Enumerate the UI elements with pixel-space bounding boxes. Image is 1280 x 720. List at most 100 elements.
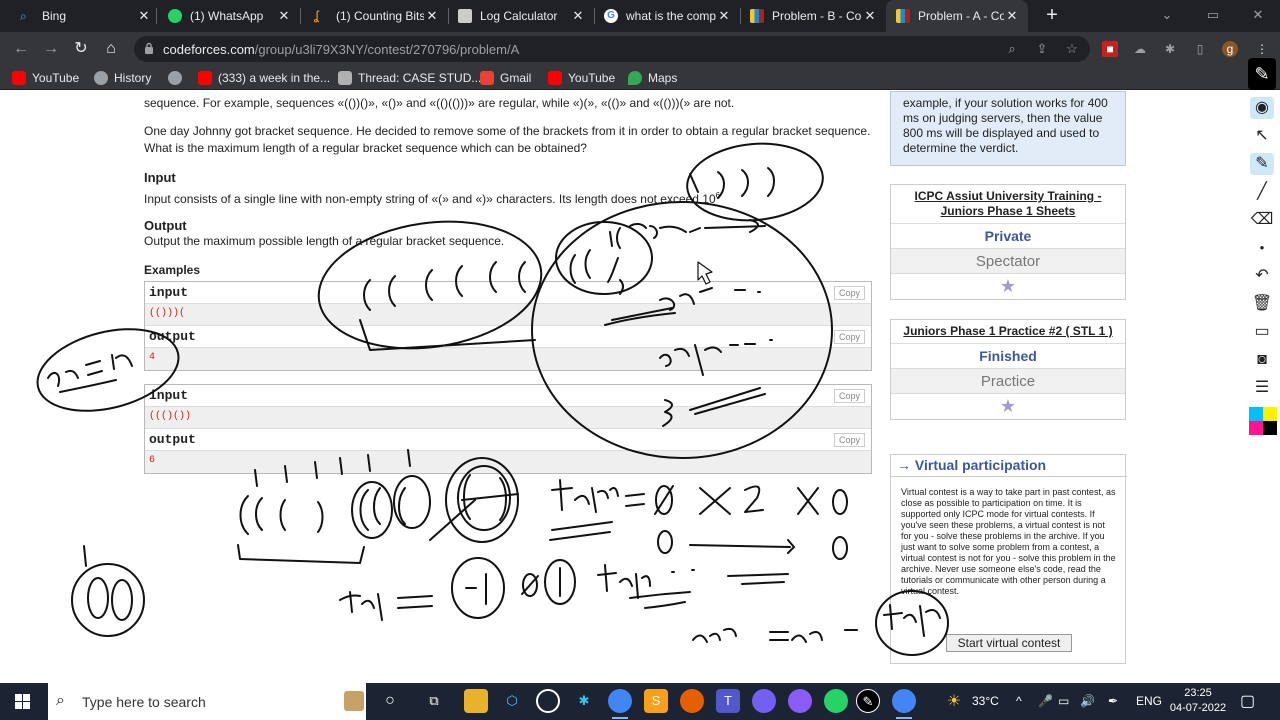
eraser-icon[interactable]: ⌫ [1250, 209, 1274, 231]
group-title[interactable]: ICPC Assiut University Training - Junior… [891, 185, 1125, 224]
pen-icon[interactable]: ✎ [1250, 153, 1274, 175]
firefox-icon[interactable] [680, 689, 704, 713]
extension-red-icon[interactable]: ■ [1102, 41, 1118, 57]
close-icon[interactable]: ✕ [424, 8, 440, 24]
menu-icon[interactable]: ⋮ [1254, 41, 1270, 57]
ink-zero-5 [522, 573, 538, 597]
windows-start-icon[interactable] [0, 683, 46, 720]
pen-workspace-icon[interactable]: ✒ [1108, 683, 1118, 720]
tab-whatsapp[interactable]: (1) WhatsApp ✕ [158, 0, 300, 32]
bookmark-history[interactable]: History [94, 70, 151, 86]
share-icon[interactable]: ⇪ [1034, 41, 1050, 57]
youtube-icon [198, 71, 212, 85]
statement-text: One day Johnny got bracket sequence. He … [144, 124, 871, 138]
whiteboard-icon[interactable]: ▭ [1250, 321, 1274, 343]
chevron-up-icon[interactable]: ^ [1016, 683, 1022, 720]
cursor-icon[interactable]: ↖ [1250, 125, 1274, 147]
tab-bing[interactable]: ⌕ Bing ✕ [10, 0, 160, 32]
ink-zero-4 [832, 536, 848, 560]
bookmark-thread[interactable]: Thread: CASE STUD... [338, 70, 481, 86]
close-icon[interactable]: ✕ [1004, 8, 1020, 24]
tab-problem-b[interactable]: Problem - B - Co ✕ [740, 0, 886, 32]
eye-icon[interactable]: ◉ [1250, 97, 1274, 119]
box-app-icon[interactable]: ⬡ [500, 689, 524, 713]
github-icon[interactable] [536, 689, 560, 713]
color-swatch-cyan[interactable] [1249, 407, 1263, 421]
close-icon[interactable]: ✕ [570, 8, 586, 24]
camera-icon[interactable]: ◙ [1250, 349, 1274, 371]
temperature[interactable]: 33°C [972, 683, 999, 720]
microphone-icon[interactable]: 🎤 [1038, 683, 1053, 720]
discord-icon[interactable] [788, 689, 812, 713]
bookmark-globe[interactable] [168, 70, 188, 86]
line-icon[interactable]: ╱ [1250, 181, 1274, 203]
home-button[interactable]: ⌂ [100, 38, 122, 60]
avatar[interactable]: g [1222, 41, 1238, 57]
copy-button[interactable]: Copy [833, 389, 865, 403]
close-window-button[interactable]: ✕ [1236, 0, 1280, 32]
viber-icon[interactable] [752, 689, 776, 713]
file-explorer-icon[interactable] [464, 689, 488, 713]
pen-app-icon[interactable]: ✎ [1248, 58, 1276, 90]
forum-icon [338, 71, 352, 85]
language-indicator[interactable]: ENG [1136, 683, 1162, 720]
zoom-icon[interactable]: ⌕ [1004, 41, 1020, 57]
notification-icon[interactable]: ▢ [1240, 683, 1255, 720]
weather-icon[interactable]: ☀ [944, 683, 964, 720]
tab-google-search[interactable]: G what is the comp ✕ [594, 0, 740, 32]
tab-counting-bits[interactable]: ʆ (1) Counting Bits ✕ [304, 0, 448, 32]
forward-button[interactable]: → [40, 38, 62, 60]
pen-app-icon[interactable]: ✎ [856, 689, 880, 713]
bookmark-maps[interactable]: Maps [628, 70, 677, 86]
chevron-down-icon[interactable]: ⌄ [1144, 0, 1190, 32]
color-swatch-yellow[interactable] [1263, 407, 1277, 421]
sublime-icon[interactable]: S [644, 689, 668, 713]
taskbar-search[interactable]: ⌕ Type here to search [48, 683, 366, 720]
copy-button[interactable]: Copy [833, 433, 865, 447]
bookmark-youtube[interactable]: YouTube [12, 70, 79, 86]
bookmark-star-icon[interactable]: ☆ [1064, 41, 1080, 57]
whatsapp-icon[interactable] [824, 689, 848, 713]
chrome-profile-icon[interactable] [892, 689, 916, 713]
bookmark-gmail[interactable]: Gmail [480, 70, 531, 86]
close-icon[interactable]: ✕ [862, 8, 878, 24]
extension-cloud-icon[interactable]: ☁ [1132, 41, 1148, 57]
close-icon[interactable]: ✕ [276, 8, 292, 24]
tab-problem-a[interactable]: Problem - A - Co ✕ [886, 0, 1028, 32]
star-icon[interactable]: ★ [1000, 396, 1016, 416]
volume-icon[interactable]: 🔊 [1080, 683, 1095, 720]
chrome-icon[interactable] [608, 689, 632, 713]
color-swatch-magenta[interactable] [1249, 421, 1263, 435]
reload-button[interactable]: ↻ [70, 38, 92, 60]
contest-title[interactable]: Juniors Phase 1 Practice #2 ( STL 1 ) [891, 320, 1125, 344]
ink-left-tick [83, 545, 87, 567]
color-swatch-black[interactable] [1263, 421, 1277, 435]
close-icon[interactable]: ✕ [716, 8, 732, 24]
new-tab-button[interactable]: + [1040, 4, 1064, 28]
close-icon[interactable]: ✕ [136, 8, 152, 24]
tab-log-calculator[interactable]: Log Calculator ✕ [448, 0, 594, 32]
teams-icon[interactable]: T [716, 689, 740, 713]
battery-icon[interactable]: ▭ [1058, 683, 1069, 720]
slack-icon[interactable]: ✱ [572, 689, 596, 713]
tab-separator [156, 8, 157, 24]
sidepanel-icon[interactable]: ▯ [1192, 41, 1208, 57]
list-icon[interactable]: ☰ [1250, 377, 1274, 399]
clock[interactable]: 23:25 04-07-2022 [1168, 686, 1228, 716]
start-virtual-contest-button[interactable]: Start virtual contest [946, 634, 1072, 652]
back-button[interactable]: ← [10, 38, 32, 60]
puzzle-icon[interactable]: ✱ [1162, 41, 1178, 57]
task-view-icon[interactable]: ⧉ [422, 689, 446, 713]
bookmark-youtube-week[interactable]: (333) a week in the... [198, 70, 330, 86]
minimize-button[interactable]: ▭ [1190, 0, 1236, 32]
star-icon[interactable]: ★ [1000, 276, 1016, 296]
bookmark-youtube-2[interactable]: YouTube [548, 70, 615, 86]
dot-size-icon[interactable]: ● [1250, 237, 1274, 259]
copy-button[interactable]: Copy [833, 286, 865, 300]
undo-icon[interactable]: ↶ [1250, 265, 1274, 287]
trash-icon[interactable]: 🗑 [1250, 293, 1274, 315]
ink-zero [655, 485, 673, 515]
address-bar[interactable]: codeforces.com/group/u3li79X3NY/contest/… [134, 36, 1090, 62]
copy-button[interactable]: Copy [833, 330, 865, 344]
cortana-icon[interactable]: ○ [378, 689, 402, 713]
